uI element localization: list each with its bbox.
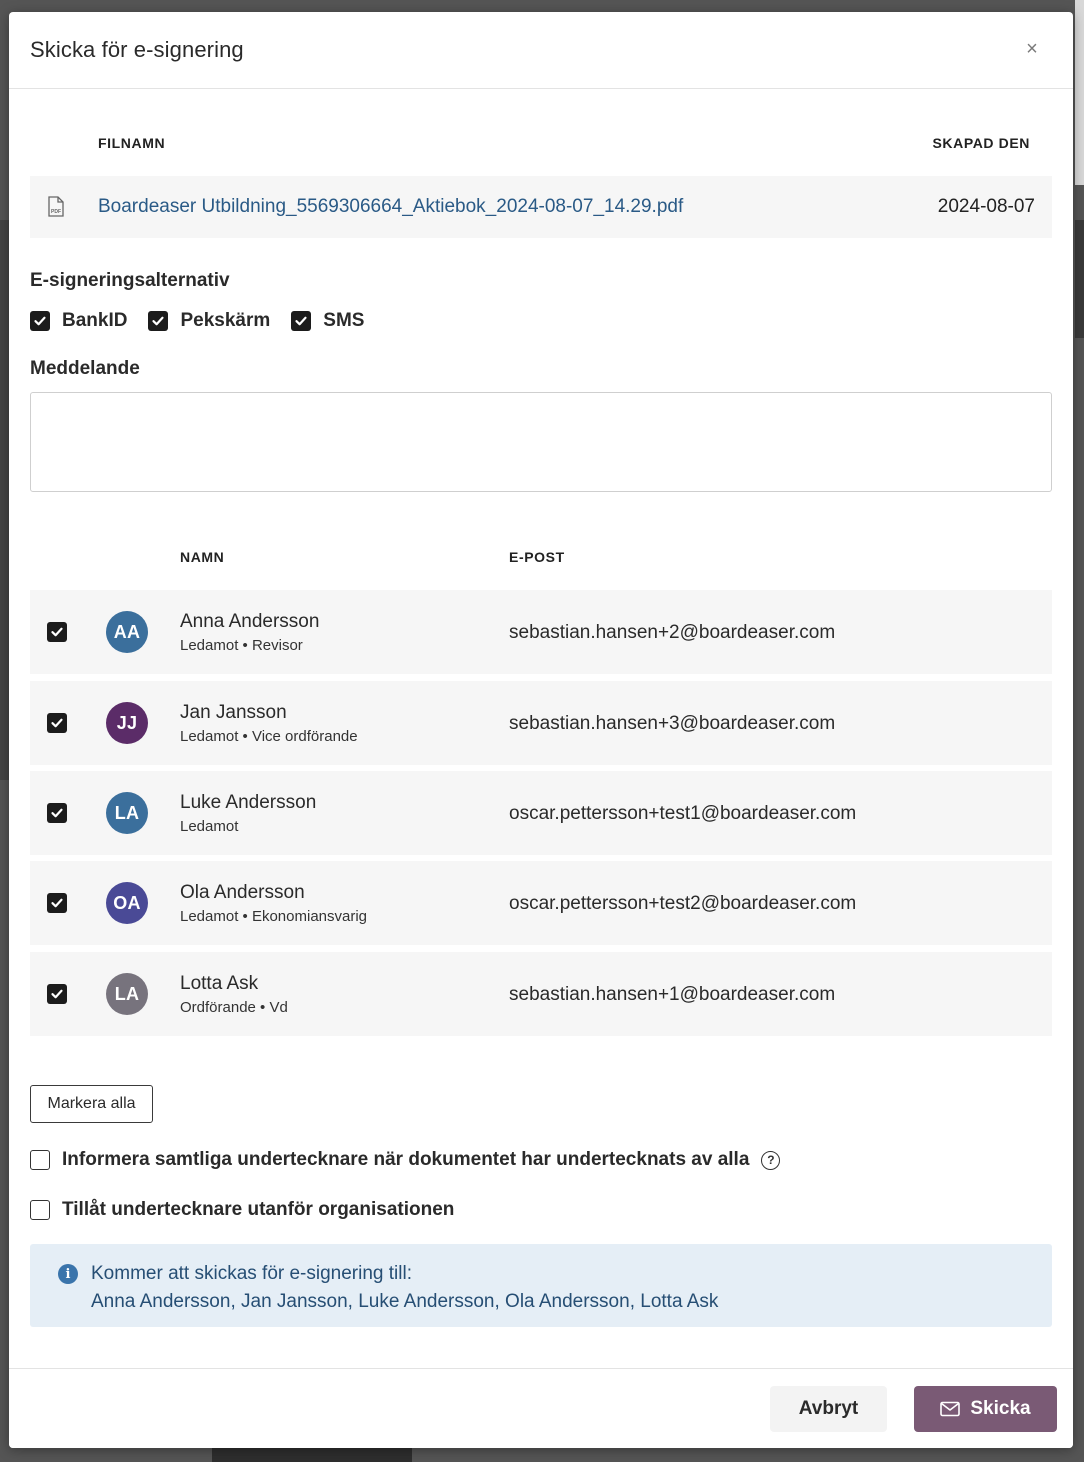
e-sign-modal: Skicka för e-signering × FILNAMN SKAPAD … <box>9 12 1073 1448</box>
signer-name: Jan Jansson <box>180 702 287 723</box>
avatar: AA <box>106 611 148 653</box>
signer-name: Lotta Ask <box>180 973 259 994</box>
checkmark-icon <box>34 316 46 326</box>
signer-role: Ledamot • Vice ordförande <box>180 728 358 745</box>
notify-all-checkbox[interactable] <box>30 1150 50 1170</box>
signer-name: Anna Andersson <box>180 611 320 632</box>
signer-email: sebastian.hansen+2@boardeaser.com <box>509 622 836 643</box>
signer-email: sebastian.hansen+1@boardeaser.com <box>509 984 836 1005</box>
column-header-filename: FILNAMN <box>98 135 166 151</box>
option-allow-external[interactable]: Tillåt undertecknare utanför organisatio… <box>30 1199 454 1221</box>
info-recipient-names: Anna Andersson, Jan Jansson, Luke Anders… <box>91 1291 719 1312</box>
touchscreen-label: Pekskärm <box>180 310 271 331</box>
table-row[interactable]: OA Ola Andersson Ledamot • Ekonomiansvar… <box>30 861 1052 945</box>
message-field-wrapper <box>30 392 1052 492</box>
allow-external-checkbox[interactable] <box>30 1200 50 1220</box>
signer-name: Ola Andersson <box>180 882 305 903</box>
backdrop-panel <box>1075 220 1084 338</box>
signer-name: Luke Andersson <box>180 792 317 813</box>
signers-table-header: NAMN E-POST <box>30 549 1052 569</box>
signer-email: oscar.pettersson+test2@boardeaser.com <box>509 893 857 914</box>
checkmark-icon <box>51 627 63 637</box>
table-row[interactable]: AA Anna Andersson Ledamot • Revisor seba… <box>30 590 1052 674</box>
signer-email: oscar.pettersson+test1@boardeaser.com <box>509 803 857 824</box>
pdf-file-icon: PDF <box>48 196 64 217</box>
table-row[interactable]: LA Luke Andersson Ledamot oscar.petterss… <box>30 771 1052 855</box>
column-header-name: NAMN <box>180 549 225 565</box>
modal-title: Skicka för e-signering <box>30 37 244 62</box>
checkmark-icon <box>51 808 63 818</box>
envelope-icon <box>940 1401 961 1417</box>
avatar: LA <box>106 973 148 1015</box>
backdrop-panel <box>1075 0 1084 185</box>
column-header-email: E-POST <box>509 549 565 565</box>
signer-checkbox[interactable] <box>47 893 67 913</box>
signer-role: Ordförande • Vd <box>180 999 288 1016</box>
message-textarea[interactable] <box>31 393 1051 491</box>
bankid-label: BankID <box>62 310 128 331</box>
file-created-date: 2024-08-07 <box>937 196 1035 217</box>
close-button[interactable]: × <box>1021 38 1043 60</box>
file-name-link[interactable]: Boardeaser Utbildning_5569306664_Aktiebo… <box>98 196 683 218</box>
touchscreen-checkbox[interactable] <box>148 311 169 331</box>
checkmark-icon <box>152 316 165 326</box>
table-row[interactable]: JJ Jan Jansson Ledamot • Vice ordförande… <box>30 681 1052 765</box>
signer-role: Ledamot <box>180 818 239 835</box>
sms-label: SMS <box>323 310 365 331</box>
avatar: JJ <box>106 702 148 744</box>
option-touchscreen[interactable]: Pekskärm <box>148 308 270 334</box>
modal-header: Skicka för e-signering × <box>9 12 1073 89</box>
close-icon: × <box>1026 37 1038 60</box>
signer-role: Ledamot • Ekonomiansvarig <box>180 908 368 925</box>
sms-checkbox[interactable] <box>291 311 312 331</box>
checkmark-icon <box>51 898 63 908</box>
bankid-checkbox[interactable] <box>30 311 50 331</box>
option-bankid[interactable]: BankID <box>30 308 127 334</box>
column-header-created: SKAPAD DEN <box>932 135 1030 151</box>
info-title: Kommer att skickas för e-signering till: <box>91 1263 412 1284</box>
file-table-header: FILNAMN SKAPAD DEN <box>30 133 1052 153</box>
notify-all-label: Informera samtliga undertecknare när dok… <box>62 1149 750 1170</box>
modal-footer: Avbryt Skicka <box>9 1368 1073 1448</box>
signer-role: Ledamot • Revisor <box>180 637 303 654</box>
select-all-button[interactable]: Markera alla <box>30 1085 153 1123</box>
option-notify-all[interactable]: Informera samtliga undertecknare när dok… <box>30 1149 781 1171</box>
signing-options-label: E-signeringsalternativ <box>30 270 230 291</box>
signer-checkbox[interactable] <box>47 622 67 642</box>
send-button[interactable]: Skicka <box>914 1386 1057 1432</box>
svg-text:PDF: PDF <box>51 209 61 215</box>
backdrop-panel <box>0 220 9 780</box>
cancel-button[interactable]: Avbryt <box>770 1386 887 1432</box>
allow-external-label: Tillåt undertecknare utanför organisatio… <box>62 1199 455 1220</box>
help-icon[interactable]: ? <box>761 1150 781 1170</box>
avatar: LA <box>106 792 148 834</box>
message-label: Meddelande <box>30 358 140 379</box>
signer-email: sebastian.hansen+3@boardeaser.com <box>509 713 836 734</box>
option-sms[interactable]: SMS <box>291 308 364 334</box>
checkmark-icon <box>51 989 63 999</box>
file-row: PDF Boardeaser Utbildning_5569306664_Akt… <box>30 176 1052 238</box>
checkmark-icon <box>51 718 63 728</box>
checkmark-icon <box>295 316 307 326</box>
signer-checkbox[interactable] <box>47 713 67 733</box>
info-icon: i <box>58 1264 78 1284</box>
signer-checkbox[interactable] <box>47 803 67 823</box>
table-row[interactable]: LA Lotta Ask Ordförande • Vd sebastian.h… <box>30 952 1052 1036</box>
recipients-info-box: i Kommer att skickas för e-signering til… <box>30 1244 1052 1327</box>
backdrop-panel <box>212 1448 412 1462</box>
send-button-label: Skicka <box>970 1398 1031 1419</box>
avatar: OA <box>106 882 148 924</box>
signer-checkbox[interactable] <box>47 984 67 1004</box>
signing-options: BankID Pekskärm SMS <box>30 308 1052 334</box>
